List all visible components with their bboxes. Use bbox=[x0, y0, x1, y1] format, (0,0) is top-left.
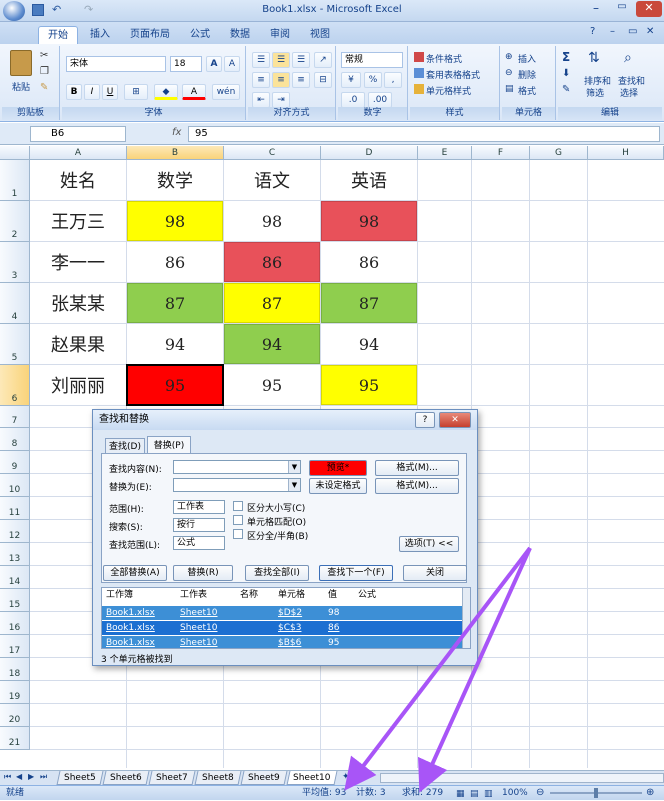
annotation-arrows bbox=[344, 546, 532, 793]
